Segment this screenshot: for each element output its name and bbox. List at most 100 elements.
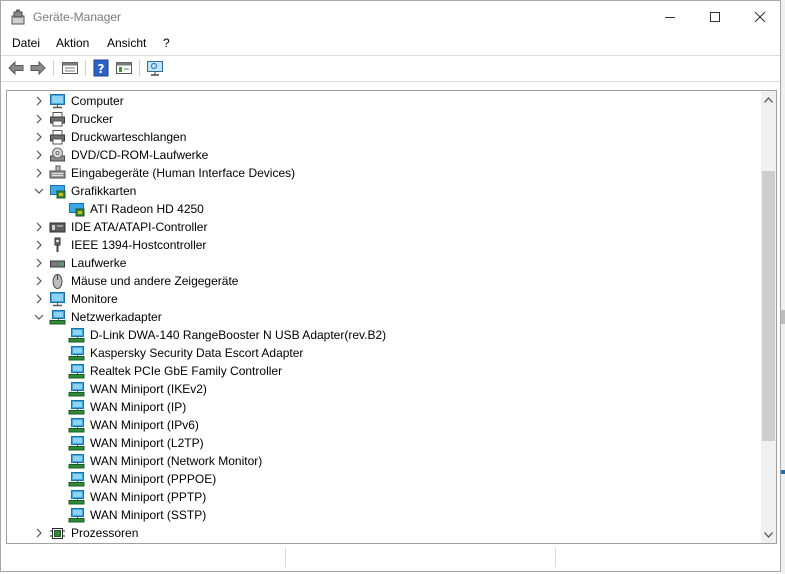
tree-device[interactable]: WAN Miniport (SSTP) <box>7 506 747 524</box>
network-icon <box>68 363 85 379</box>
tree-device[interactable]: WAN Miniport (PPTP) <box>7 488 747 506</box>
tree-category[interactable]: Drucker <box>7 110 747 128</box>
tree-category[interactable]: Laufwerke <box>7 254 747 272</box>
tree-item-label: IDE ATA/ATAPI-Controller <box>71 220 208 234</box>
chevron-right-icon[interactable] <box>33 113 45 125</box>
processor-icon <box>49 525 66 541</box>
chevron-right-icon[interactable] <box>33 293 45 305</box>
device-tree[interactable]: Computer Drucker Druckwarteschlangen DVD/CD… <box>7 91 761 543</box>
chevron-right-icon[interactable] <box>33 527 45 539</box>
tree-category[interactable]: Netzwerkadapter <box>7 308 747 326</box>
scan-hardware-icon <box>147 61 163 76</box>
scroll-thumb[interactable] <box>762 171 775 441</box>
tree-device[interactable]: D-Link DWA-140 RangeBooster N USB Adapte… <box>7 326 747 344</box>
properties-button[interactable] <box>61 59 79 77</box>
back-icon <box>8 60 24 76</box>
tree-item-label: Laufwerke <box>71 256 127 270</box>
tree-category[interactable]: Eingabegeräte (Human Interface Devices) <box>7 164 747 182</box>
chevron-right-icon[interactable] <box>33 167 45 179</box>
printer-icon <box>49 129 66 145</box>
chevron-right-icon[interactable] <box>33 95 45 107</box>
menu-help[interactable]: ? <box>163 36 170 50</box>
keyboard-icon <box>49 165 66 181</box>
status-cell <box>6 547 286 567</box>
device-manager-app-icon <box>10 9 26 25</box>
scroll-up-button[interactable] <box>761 91 776 108</box>
chevron-right-icon[interactable] <box>33 131 45 143</box>
display-adapter-icon <box>68 201 85 217</box>
tree-item-label: WAN Miniport (L2TP) <box>90 436 204 450</box>
menu-ansicht[interactable]: Ansicht <box>107 36 146 50</box>
tree-device[interactable]: WAN Miniport (IPv6) <box>7 416 747 434</box>
menu-aktion[interactable]: Aktion <box>56 36 89 50</box>
tree-category[interactable]: Prozessoren <box>7 524 747 542</box>
chevron-right-icon[interactable] <box>33 221 45 233</box>
menu-datei[interactable]: Datei <box>12 36 40 50</box>
tree-item-label: D-Link DWA-140 RangeBooster N USB Adapte… <box>90 328 387 342</box>
network-icon <box>68 417 85 433</box>
network-icon <box>68 399 85 415</box>
network-icon <box>68 435 85 451</box>
svg-text:?: ? <box>98 62 105 76</box>
chevron-down-icon[interactable] <box>33 185 45 197</box>
close-button[interactable] <box>737 1 783 33</box>
tree-item-label: Computer <box>71 94 124 108</box>
tree-device[interactable]: Realtek PCIe GbE Family Controller <box>7 362 747 380</box>
view-button[interactable] <box>115 59 133 77</box>
toolbar-separator <box>53 60 54 76</box>
tree-device[interactable]: WAN Miniport (IKEv2) <box>7 380 747 398</box>
monitor-icon <box>49 291 66 307</box>
tree-item-label: Monitore <box>71 292 118 306</box>
chevron-right-icon[interactable] <box>33 275 45 287</box>
tree-item-label: WAN Miniport (IKEv2) <box>90 382 207 396</box>
toolbar-separator <box>139 60 140 76</box>
scroll-down-button[interactable] <box>761 526 776 543</box>
chevron-down-icon[interactable] <box>33 311 45 323</box>
tree-item-label: WAN Miniport (SSTP) <box>90 508 207 522</box>
help-button[interactable]: ? <box>92 59 110 77</box>
tree-item-label: ATI Radeon HD 4250 <box>90 202 204 216</box>
tree-device[interactable]: WAN Miniport (L2TP) <box>7 434 747 452</box>
tree-device[interactable]: WAN Miniport (Network Monitor) <box>7 452 747 470</box>
network-icon <box>68 381 85 397</box>
minimize-icon <box>665 17 675 18</box>
chevron-right-icon[interactable] <box>33 239 45 251</box>
maximize-button[interactable] <box>692 1 738 33</box>
tree-category[interactable]: DVD/CD-ROM-Laufwerke <box>7 146 747 164</box>
tree-category[interactable]: IEEE 1394-Hostcontroller <box>7 236 747 254</box>
tree-item-label: Netzwerkadapter <box>71 310 162 324</box>
properties-icon <box>62 62 78 74</box>
tree-device[interactable]: ATI Radeon HD 4250 <box>7 200 747 218</box>
tree-category[interactable]: Monitore <box>7 290 747 308</box>
menu-bar: Datei Aktion Ansicht ? <box>1 33 780 54</box>
tree-category[interactable]: Grafikkarten <box>7 182 747 200</box>
tree-category[interactable]: IDE ATA/ATAPI-Controller <box>7 218 747 236</box>
view-icon <box>116 62 132 74</box>
chevron-right-icon[interactable] <box>33 257 45 269</box>
background-desktop-strip <box>781 0 785 574</box>
tree-category[interactable]: Computer <box>7 92 747 110</box>
minimize-button[interactable] <box>647 1 693 33</box>
tree-device[interactable]: WAN Miniport (IP) <box>7 398 747 416</box>
tree-category[interactable]: Druckwarteschlangen <box>7 128 747 146</box>
tree-item-label: WAN Miniport (PPPOE) <box>90 472 217 486</box>
status-cell <box>556 547 776 567</box>
tree-device[interactable]: Kaspersky Security Data Escort Adapter <box>7 344 747 362</box>
display-adapter-icon <box>49 183 66 199</box>
tree-device[interactable]: WAN Miniport (PPPOE) <box>7 470 747 488</box>
status-bar <box>6 547 777 567</box>
tree-category[interactable]: Mäuse und andere Zeigegeräte <box>7 272 747 290</box>
drive-icon <box>49 255 66 271</box>
network-icon <box>68 507 85 523</box>
back-button[interactable] <box>7 59 25 77</box>
scan-hardware-button[interactable] <box>146 59 164 77</box>
tree-item-label: DVD/CD-ROM-Laufwerke <box>71 148 209 162</box>
forward-button[interactable] <box>29 59 47 77</box>
chevron-right-icon[interactable] <box>33 149 45 161</box>
vertical-scrollbar[interactable] <box>761 91 776 543</box>
title-bar[interactable]: Geräte-Manager <box>1 1 780 33</box>
device-tree-panel: Computer Drucker Druckwarteschlangen DVD/CD… <box>6 90 777 544</box>
chevron-up-icon <box>764 96 773 103</box>
tree-item-label: Eingabegeräte (Human Interface Devices) <box>71 166 296 180</box>
device-manager-window: Geräte-Manager Datei Aktion Ansicht ? ? <box>0 0 781 572</box>
